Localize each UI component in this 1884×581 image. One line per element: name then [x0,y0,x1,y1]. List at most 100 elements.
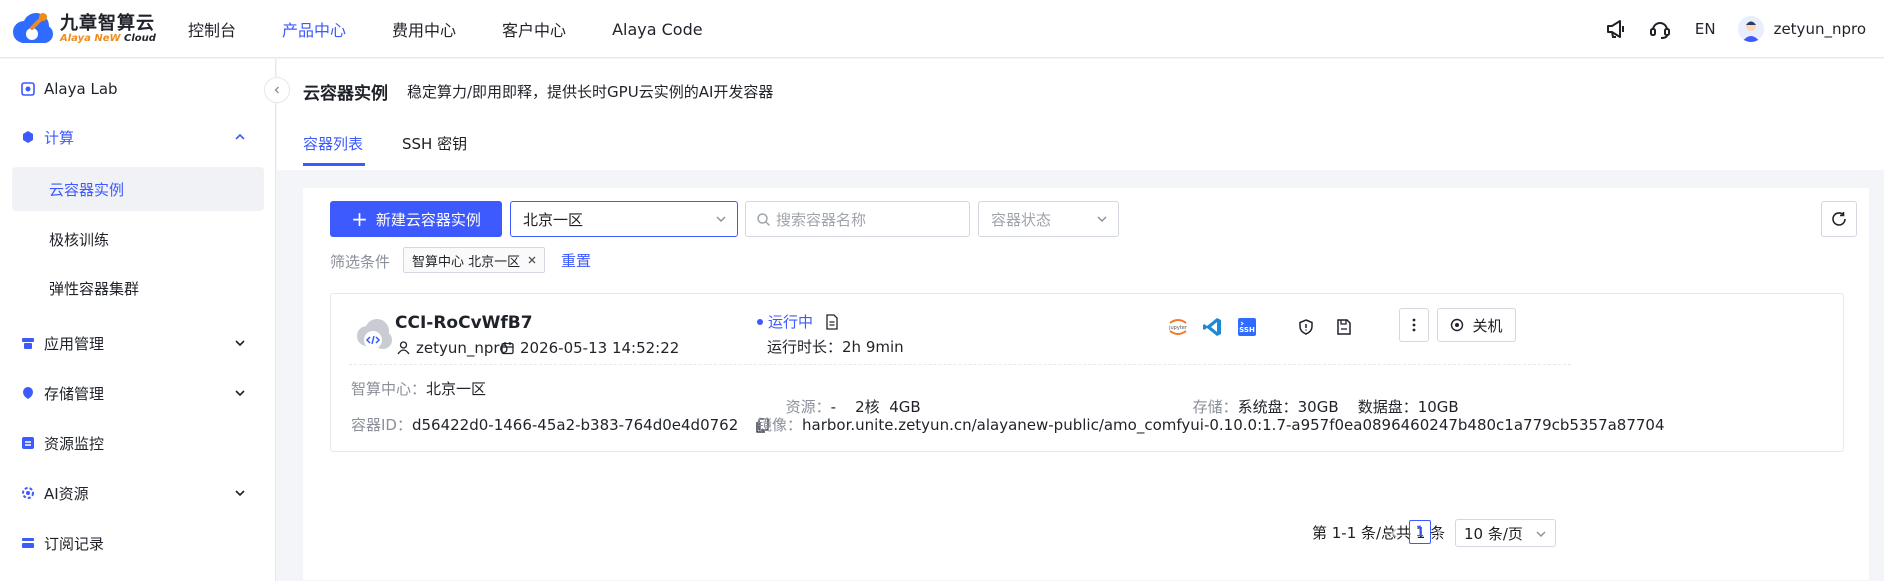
subscription-icon [22,538,34,548]
sidebar-item-storage-management[interactable]: 存储管理 [0,371,264,415]
top-navbar: 九章智算云 Alaya NeW Cloud 控制台 产品中心 费用中心 客户中心… [0,0,1884,58]
tab-ssh-keys[interactable]: SSH 密钥 [402,133,467,154]
shutdown-button[interactable]: 关机 [1437,308,1516,342]
tab-container-list[interactable]: 容器列表 [303,133,363,154]
topnav-customer[interactable]: 客户中心 [502,17,566,41]
refresh-button[interactable] [1821,201,1857,237]
instance-image: 镜像：harbor.unite.zetyun.cn/alayanew-publi… [757,414,1665,435]
next-page-icon[interactable] [1433,527,1445,539]
search-input[interactable]: 搜索容器名称 [745,201,970,237]
content-card: + 新建云容器实例 北京一区 搜索容器名称 容器状态 筛选条件 智算中心 北京一… [303,188,1869,580]
id-value: d56422d0-1466-45a2-b383-764d0e4d0762 [411,416,739,434]
top-nav-menu: 控制台 产品中心 费用中心 客户中心 Alaya Code [188,0,749,58]
calendar-icon [501,342,514,355]
instance-owner: zetyun_npro [397,339,508,357]
instance-card: CCI-RoCvWfB7 zetyun_npro 2026-05-13 14:5… [330,293,1844,452]
tab-active-indicator [303,163,365,166]
instance-runtime: 运行时长：2h 9min [767,338,904,356]
instance-status: 运行中 [757,311,839,332]
chevron-up-icon [235,133,245,140]
container-avatar-icon [353,316,393,356]
page-number-current[interactable]: 1 [1409,520,1431,544]
search-placeholder: 搜索容器名称 [776,210,867,229]
sidebar-item-subscriptions[interactable]: 订阅记录 [0,521,264,565]
prev-page-icon[interactable] [1388,527,1400,539]
status-select-placeholder: 容器状态 [991,210,1052,229]
document-icon[interactable] [825,313,839,330]
chevron-left-icon [274,86,279,94]
instance-created-text: 2026-05-13 14:52:22 [520,339,680,357]
user-avatar[interactable] [1737,16,1764,42]
more-vertical-icon [1412,318,1416,332]
chevron-down-icon [235,390,245,397]
save-icon[interactable] [1331,314,1357,340]
region-select[interactable]: 北京一区 [510,201,738,237]
instance-id: 容器ID：d56422d0-1466-45a2-b383-764d0e4d076… [351,414,769,435]
chevron-down-icon [1097,216,1107,222]
sidebar-item-app-management[interactable]: 应用管理 [0,321,264,365]
sidebar-item-alaya-lab[interactable]: Alaya Lab [0,67,264,111]
topnav-billing[interactable]: 费用中心 [392,17,456,41]
filter-tag-text: 智算中心 北京一区 [412,254,521,270]
user-name[interactable]: zetyun_npro [1774,20,1866,38]
topnav-console[interactable]: 控制台 [188,17,236,41]
create-instance-button[interactable]: + 新建云容器实例 [330,201,502,237]
page-size-value: 10 条/页 [1464,524,1523,543]
chevron-down-icon [235,340,245,347]
storage-icon [23,387,33,399]
sidebar-item-compute[interactable]: 计算 [0,115,264,159]
status-select[interactable]: 容器状态 [978,201,1119,237]
sidebar: Alaya Lab 计算 云容器实例 极核训练 弹性容器集群 应用管理 存储管理… [0,59,276,581]
instance-name[interactable]: CCI-RoCvWfB7 [395,313,533,333]
sidebar-item-label: 极核训练 [49,230,110,249]
sidebar-item-label: AI资源 [44,484,89,503]
vscode-icon[interactable] [1199,314,1225,340]
instance-owner-text: zetyun_npro [416,339,509,357]
sidebar-item-elastic-cluster[interactable]: 弹性容器集群 [12,266,264,310]
page-description: 稳定算力/即用即释，提供长时GPU云实例的AI开发容器 [407,83,774,101]
topnav-alaya-code[interactable]: Alaya Code [612,20,703,39]
sidebar-item-ai-resources[interactable]: AI资源 [0,471,264,515]
id-key: 容器ID： [351,416,412,434]
brand-logo[interactable]: 九章智算云 Alaya NeW Cloud [10,8,160,50]
page-size-select[interactable]: 10 条/页 [1455,519,1556,547]
brand-name-cn: 九章智算云 [60,12,155,34]
shutdown-label: 关机 [1472,316,1503,335]
megaphone-icon[interactable] [1603,16,1629,42]
chevron-down-icon [235,490,245,497]
sidebar-item-label: 存储管理 [44,384,105,403]
brand-name-en: Alaya NeW Cloud [60,33,156,45]
reset-filter-link[interactable]: 重置 [561,250,591,271]
jupyter-icon[interactable]: jupyter [1165,314,1191,340]
language-switch[interactable]: EN [1695,20,1716,38]
lab-icon [21,82,35,96]
filter-tag: 智算中心 北京一区 [403,247,546,273]
cloud-logo-icon [10,10,54,48]
shield-icon[interactable] [1293,314,1319,340]
ssh-icon[interactable]: SSH [1234,314,1260,340]
plus-icon: + [351,207,368,231]
ai-icon [22,487,34,499]
region-select-value: 北京一区 [523,210,584,229]
top-right-actions: EN zetyun_npro [1585,0,1866,58]
sidebar-item-cloud-container[interactable]: 云容器实例 [12,167,264,211]
search-icon [757,213,771,227]
more-actions-button[interactable] [1399,308,1429,342]
sidebar-collapse-button[interactable] [264,77,290,103]
close-icon[interactable] [526,254,538,266]
app-icon [22,338,34,349]
svg-text:SSH: SSH [1239,326,1255,334]
stop-circle-icon [1451,318,1464,332]
sidebar-item-core-training[interactable]: 极核训练 [12,217,264,261]
center-value: 北京一区 [426,380,487,398]
chevron-down-icon [716,216,726,222]
topnav-products[interactable]: 产品中心 [282,17,346,41]
sidebar-item-resource-monitor[interactable]: 资源监控 [0,421,264,465]
sidebar-item-label: 云容器实例 [49,180,125,199]
page-title: 云容器实例 [303,84,388,104]
sidebar-item-label: 弹性容器集群 [49,279,140,298]
status-text: 运行中 [768,313,814,331]
headset-icon[interactable] [1647,16,1673,42]
refresh-icon [1832,212,1846,226]
create-instance-label: 新建云容器实例 [375,210,481,229]
